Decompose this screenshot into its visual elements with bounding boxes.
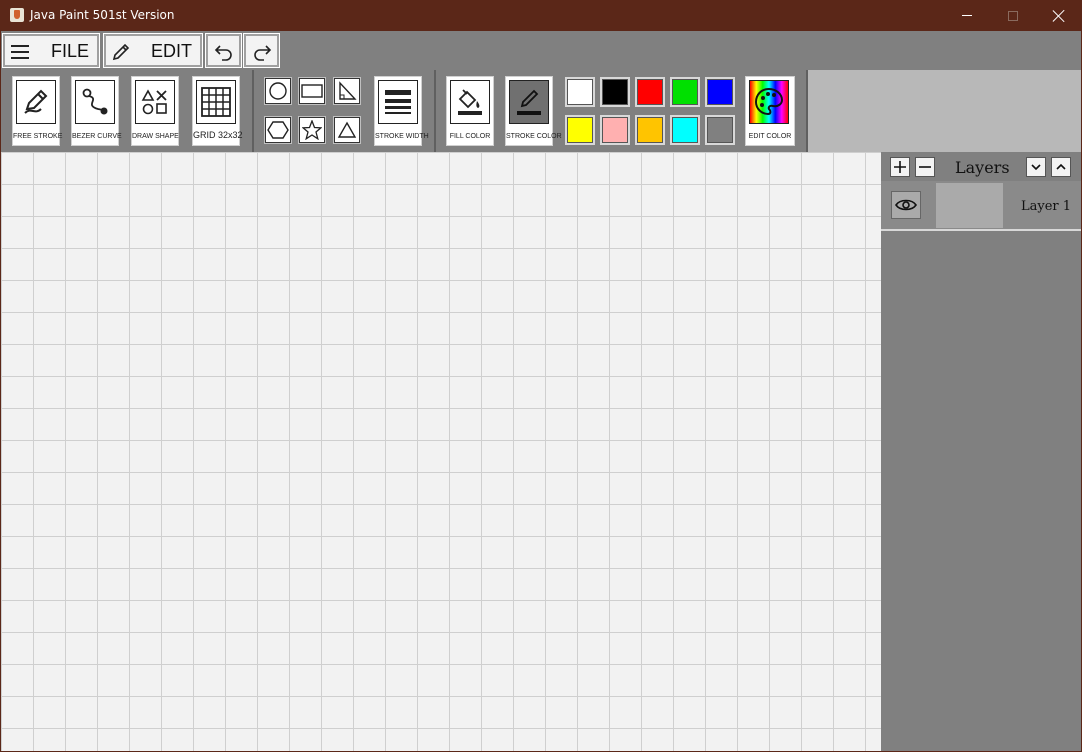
stroke-width-icon (378, 80, 418, 124)
fill-color-tool[interactable]: FILL COLOR (446, 76, 494, 146)
toolbar-separator (434, 70, 436, 152)
hamburger-icon (11, 45, 29, 59)
minus-icon (919, 166, 931, 168)
toolbar: FREE STROKE BEZER CURVE DRAW SHAPE GRID … (1, 70, 1081, 152)
right-triangle-shape-button[interactable] (333, 77, 361, 105)
triangle-shape-button[interactable] (333, 116, 361, 144)
stroke-color-tool[interactable]: STROKE COLOR (505, 76, 562, 146)
bezier-curve-tool[interactable]: BEZER CURVE (71, 76, 122, 146)
color-swatch-orange[interactable] (635, 115, 665, 145)
title-bar[interactable]: Java Paint 501st Version (0, 0, 1082, 31)
grid-tool[interactable]: GRID 32x32 (192, 76, 243, 146)
drawing-canvas[interactable] (1, 152, 881, 751)
layers-title: Layers (955, 158, 1010, 177)
edit-menu-label: EDIT (150, 41, 192, 61)
draw-shape-label: DRAW SHAPE (132, 133, 179, 140)
free-stroke-tool[interactable]: FREE STROKE (12, 76, 63, 146)
chevron-down-icon (1031, 164, 1041, 171)
layer-visibility-toggle[interactable] (891, 191, 921, 219)
minimize-icon (962, 15, 972, 16)
java-icon (10, 8, 24, 22)
palette-icon (749, 80, 789, 124)
toolbar-empty-area (808, 70, 1081, 152)
rectangle-icon (301, 84, 323, 98)
bezier-curve-icon (75, 80, 115, 124)
redo-button[interactable] (243, 33, 280, 68)
layers-header: Layers (881, 152, 1081, 181)
draw-shape-tool[interactable]: DRAW SHAPE (131, 76, 179, 146)
free-stroke-icon (16, 80, 56, 124)
layer-thumbnail (936, 183, 1003, 228)
free-stroke-label: FREE STROKE (13, 133, 63, 140)
color-swatch-blue[interactable] (705, 77, 735, 107)
add-layer-button[interactable] (890, 157, 910, 177)
color-swatch-yellow[interactable] (565, 115, 595, 145)
grid-label: GRID 32x32 (193, 130, 243, 140)
undo-icon (214, 44, 232, 61)
plus-icon (894, 161, 906, 173)
stroke-width-label: STROKE WIDTH (375, 133, 429, 140)
redo-icon (253, 44, 271, 61)
circle-shape-button[interactable] (264, 77, 292, 105)
minimize-button[interactable] (944, 0, 990, 31)
toolbar-separator (252, 70, 254, 152)
layer-name: Layer 1 (1021, 199, 1072, 214)
app-window: Java Paint 501st Version FILE EDIT FREE … (0, 0, 1082, 752)
color-swatch-white[interactable] (565, 77, 595, 107)
maximize-icon (1008, 10, 1018, 21)
menu-bar: FILE EDIT (1, 31, 1081, 70)
window-title: Java Paint 501st Version (30, 8, 175, 22)
bezier-curve-label: BEZER CURVE (72, 133, 122, 140)
color-swatch-black[interactable] (600, 77, 630, 107)
move-layer-down-button[interactable] (1026, 157, 1046, 177)
edit-color-label: EDIT COLOR (748, 133, 792, 140)
maximize-button[interactable] (990, 0, 1036, 31)
hexagon-icon (267, 121, 289, 139)
stroke-width-tool[interactable]: STROKE WIDTH (374, 76, 429, 146)
fill-color-label: FILL COLOR (449, 133, 491, 140)
stroke-color-label: STROKE COLOR (506, 133, 562, 140)
color-swatch-pink[interactable] (600, 115, 630, 145)
file-menu-label: FILE (50, 41, 89, 61)
right-triangle-icon (339, 81, 357, 100)
grid-icon (196, 80, 236, 124)
circle-icon (269, 82, 287, 100)
edit-menu-button[interactable]: EDIT (103, 33, 203, 68)
rectangle-shape-button[interactable] (298, 77, 326, 105)
star-shape-button[interactable] (298, 116, 326, 144)
undo-button[interactable] (205, 33, 242, 68)
pencil-icon (112, 43, 130, 61)
color-swatch-red[interactable] (635, 77, 665, 107)
hexagon-shape-button[interactable] (264, 116, 292, 144)
color-swatch-gray[interactable] (705, 115, 735, 145)
chevron-up-icon (1056, 163, 1066, 170)
remove-layer-button[interactable] (915, 157, 935, 177)
close-icon (1053, 10, 1065, 22)
triangle-icon (337, 121, 357, 138)
edit-color-tool[interactable]: EDIT COLOR (745, 76, 795, 146)
color-swatch-cyan[interactable] (670, 115, 700, 145)
layers-panel: Layers Layer 1 (881, 152, 1081, 751)
move-layer-up-button[interactable] (1051, 157, 1071, 177)
stroke-pencil-icon (509, 80, 549, 124)
fill-bucket-icon (450, 80, 490, 124)
layer-row[interactable]: Layer 1 (881, 181, 1081, 231)
color-swatch-green[interactable] (670, 77, 700, 107)
close-button[interactable] (1036, 0, 1082, 31)
eye-icon (895, 199, 917, 211)
file-menu-button[interactable]: FILE (2, 33, 100, 68)
shapes-icon (135, 80, 175, 124)
star-icon (302, 120, 322, 140)
